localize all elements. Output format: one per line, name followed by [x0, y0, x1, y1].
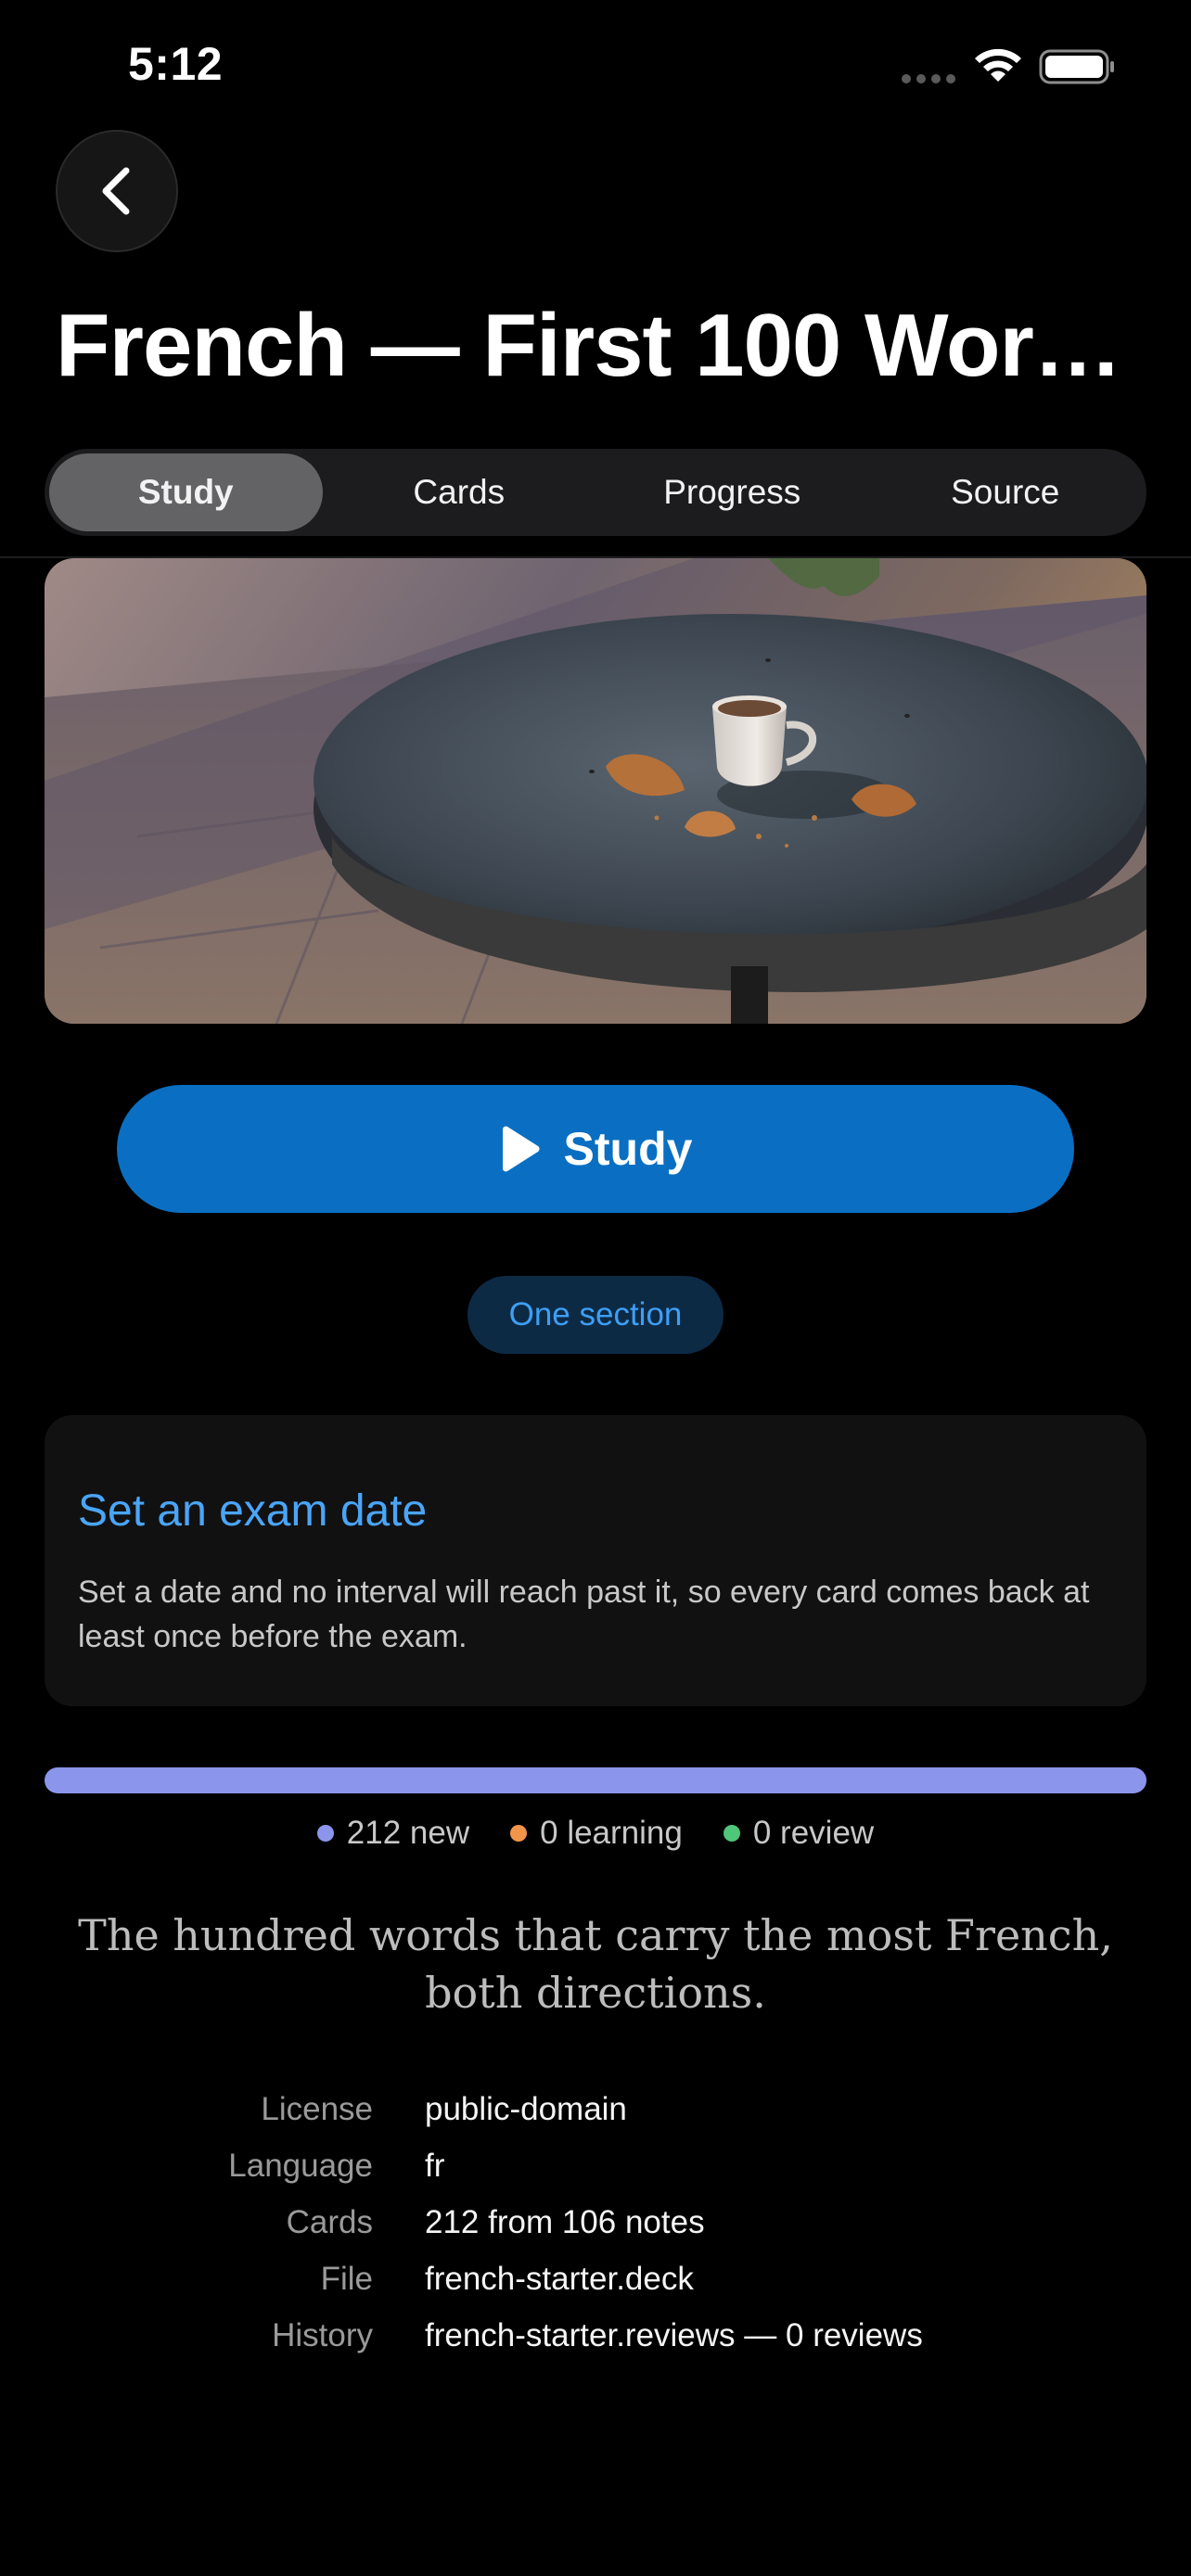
legend-dot-review: [723, 1825, 740, 1842]
study-button[interactable]: Study: [117, 1085, 1074, 1213]
legend-label-review: 0 review: [752, 1815, 875, 1851]
cellular-signal-icon: [902, 74, 955, 83]
info-row-cards: Cards 212 from 106 notes: [0, 2194, 1191, 2251]
info-value: french-starter.reviews — 0 reviews: [425, 2316, 923, 2353]
deck-description: The hundred words that carry the most Fr…: [78, 1910, 1113, 2018]
legend-dot-new: [316, 1825, 334, 1842]
info-key: History: [272, 2316, 373, 2353]
page-title: French — First 100 Wor…: [56, 296, 1122, 395]
legend-dot-learning: [510, 1825, 528, 1842]
wifi-icon: [975, 48, 1021, 82]
legend-review: 0 review: [723, 1815, 875, 1852]
tab-progress[interactable]: Progress: [596, 453, 869, 531]
tab-bar: Study Cards Progress Source: [45, 449, 1146, 536]
info-row-language: Language fr: [0, 2137, 1191, 2194]
info-key: File: [320, 2260, 373, 2297]
battery-icon: [1039, 49, 1114, 84]
info-row-file: File french-starter.deck: [0, 2251, 1191, 2307]
section-filter-pill[interactable]: One section: [467, 1276, 724, 1354]
info-row-license: License public-domain: [0, 2081, 1191, 2137]
tab-source[interactable]: Source: [869, 453, 1143, 531]
info-value: fr: [425, 2147, 445, 2184]
info-value: french-starter.deck: [425, 2260, 694, 2297]
info-value: public-domain: [425, 2090, 627, 2127]
deck-cover-image: [45, 558, 1146, 1024]
status-bar: 5:12: [0, 0, 1191, 130]
deck-info-table: License public-domain Language fr Cards …: [0, 2081, 1191, 2364]
legend-label-new: 212 new: [346, 1815, 470, 1851]
card-status-legend: 212 new 0 learning 0 review: [0, 1810, 1191, 1856]
tab-cards[interactable]: Cards: [323, 453, 596, 531]
info-key: Language: [228, 2147, 373, 2184]
back-button[interactable]: [56, 130, 178, 252]
legend-learning: 0 learning: [510, 1815, 683, 1852]
tab-study[interactable]: Study: [49, 453, 323, 531]
set-exam-date-link[interactable]: Set an exam date: [78, 1486, 1113, 1537]
play-icon: [502, 1126, 540, 1172]
info-value: 212 from 106 notes: [425, 2203, 705, 2240]
legend-new: 212 new: [316, 1815, 470, 1852]
exam-date-card: Set an exam date Set a date and no inter…: [45, 1415, 1146, 1706]
study-button-label: Study: [563, 1123, 693, 1175]
status-time: 5:12: [128, 38, 224, 90]
progress-fill-new: [45, 1767, 1146, 1793]
chevron-left-icon: [102, 167, 130, 215]
legend-label-learning: 0 learning: [540, 1815, 683, 1851]
info-key: Cards: [286, 2203, 373, 2240]
info-key: License: [261, 2090, 373, 2127]
exam-date-description: Set a date and no interval will reach pa…: [78, 1575, 1090, 1654]
card-status-bar: [45, 1767, 1146, 1793]
info-row-history: History french-starter.reviews — 0 revie…: [0, 2307, 1191, 2364]
